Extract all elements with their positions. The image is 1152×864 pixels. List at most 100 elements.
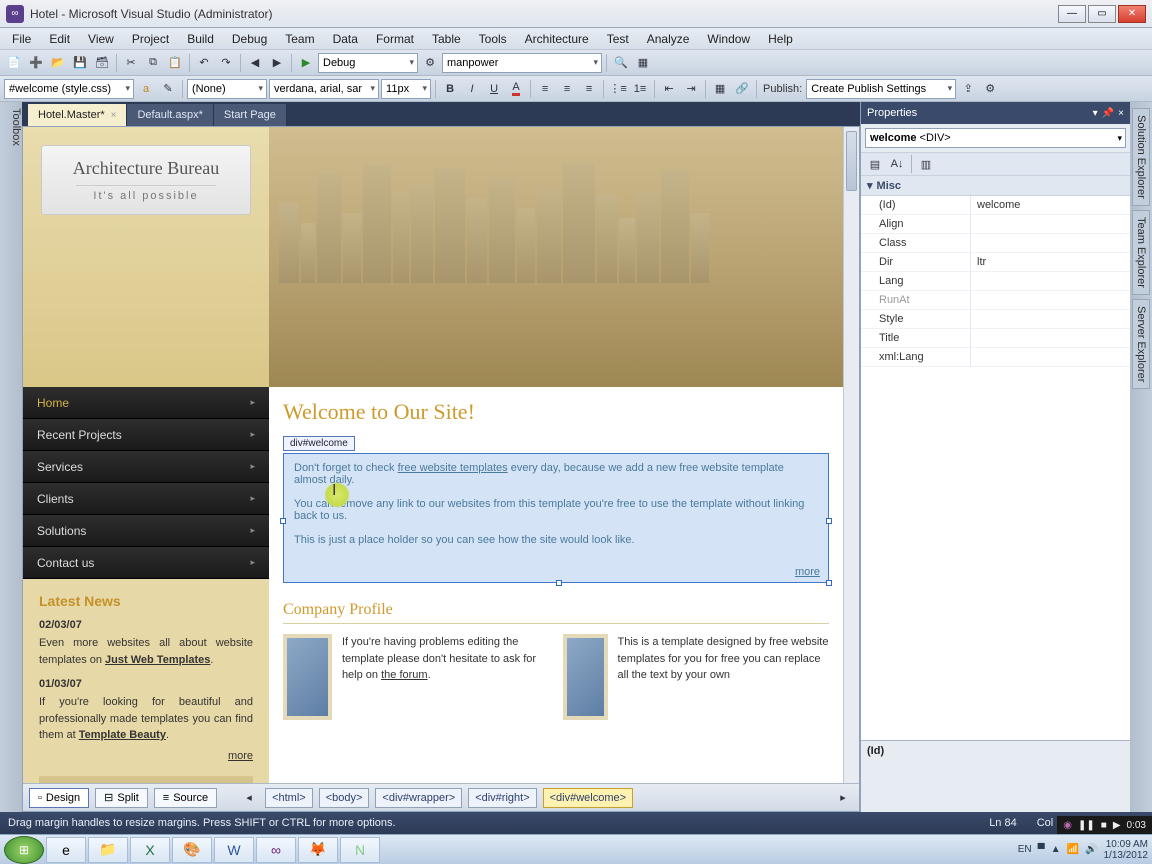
align-right-icon[interactable]: ≡ xyxy=(579,79,599,99)
tray-flag-icon[interactable]: ▀ xyxy=(1038,844,1045,855)
alphabetical-icon[interactable]: A↓ xyxy=(887,154,907,174)
font-size-combo[interactable]: 11px xyxy=(381,79,431,99)
media-next-icon[interactable]: ▶ xyxy=(1113,820,1121,831)
menu-format[interactable]: Format xyxy=(368,30,422,48)
bullets-icon[interactable]: ⋮≡ xyxy=(608,79,628,99)
tray-up-icon[interactable]: ▲ xyxy=(1051,844,1061,855)
copy-icon[interactable]: ⧉ xyxy=(143,53,163,73)
menu-view[interactable]: View xyxy=(80,30,122,48)
close-button[interactable]: ✕ xyxy=(1118,5,1146,23)
news-link-1[interactable]: Just Web Templates xyxy=(105,654,210,666)
designer-surface[interactable]: Architecture Bureau It's all possible xyxy=(23,127,843,783)
tab-start-page[interactable]: Start Page xyxy=(214,104,287,126)
hyperlink-icon[interactable]: 🔗 xyxy=(732,79,752,99)
prop-value[interactable]: welcome xyxy=(971,196,1130,214)
save-all-icon[interactable]: 🗃 xyxy=(92,53,112,73)
publish-settings-icon[interactable]: ⚙ xyxy=(980,79,1000,99)
media-pause-icon[interactable]: ❚❚ xyxy=(1078,820,1095,831)
menu-file[interactable]: File xyxy=(4,30,39,48)
menu-tools[interactable]: Tools xyxy=(471,30,515,48)
media-player-strip[interactable]: ◉ ❚❚ ■ ▶ 0:03 xyxy=(1057,816,1152,834)
media-stop-icon[interactable]: ■ xyxy=(1101,820,1107,831)
bold-icon[interactable]: B xyxy=(440,79,460,99)
breadcrumb-prev-icon[interactable]: ◂ xyxy=(239,788,259,808)
team-explorer-tab[interactable]: Team Explorer xyxy=(1132,210,1150,295)
nav-contact[interactable]: Contact us xyxy=(23,547,269,579)
news-link-2[interactable]: Template Beauty xyxy=(79,729,166,741)
indent-icon[interactable]: ⇥ xyxy=(681,79,701,99)
view-split[interactable]: ⊟ Split xyxy=(95,788,148,808)
new-style-icon[interactable]: ✎ xyxy=(158,79,178,99)
publish-run-icon[interactable]: ⇪ xyxy=(958,79,978,99)
resize-handle-icon[interactable] xyxy=(826,580,832,586)
close-icon[interactable]: × xyxy=(1118,108,1124,119)
task-excel[interactable]: X xyxy=(130,837,170,863)
property-pages-icon[interactable]: ▥ xyxy=(916,154,936,174)
align-left-icon[interactable]: ≡ xyxy=(535,79,555,99)
font-family-combo[interactable]: verdana, arial, sar xyxy=(269,79,379,99)
numbering-icon[interactable]: 1≡ xyxy=(630,79,650,99)
task-word[interactable]: W xyxy=(214,837,254,863)
crumb-right[interactable]: <div#right> xyxy=(468,788,536,808)
start-button[interactable]: ⊞ xyxy=(4,836,44,864)
platform-icon[interactable]: ⚙ xyxy=(420,53,440,73)
start-debug-icon[interactable]: ▶ xyxy=(296,53,316,73)
pin-icon[interactable]: ▾ xyxy=(1093,108,1098,119)
object-combo[interactable]: welcome <DIV> xyxy=(865,128,1126,148)
crumb-body[interactable]: <body> xyxy=(319,788,370,808)
nav-fwd-icon[interactable]: ▶ xyxy=(267,53,287,73)
autohide-icon[interactable]: 📌 xyxy=(1102,108,1114,119)
tab-default-aspx[interactable]: Default.aspx* xyxy=(127,104,213,126)
crumb-wrapper[interactable]: <div#wrapper> xyxy=(375,788,462,808)
align-center-icon[interactable]: ≡ xyxy=(557,79,577,99)
target-rule-combo[interactable]: #welcome (style.css) xyxy=(4,79,134,99)
welcome-link[interactable]: free website templates xyxy=(398,462,508,474)
nav-services[interactable]: Services xyxy=(23,451,269,483)
task-firefox[interactable]: 🦊 xyxy=(298,837,338,863)
layers-icon[interactable]: ▦ xyxy=(633,53,653,73)
toolbox-rail[interactable]: Toolbox xyxy=(0,102,22,812)
menu-table[interactable]: Table xyxy=(424,30,469,48)
cut-icon[interactable]: ✂ xyxy=(121,53,141,73)
paste-icon[interactable]: 📋 xyxy=(165,53,185,73)
welcome-more[interactable]: more xyxy=(795,566,820,578)
menu-window[interactable]: Window xyxy=(699,30,758,48)
view-design[interactable]: ▫ Design xyxy=(29,788,89,808)
find-icon[interactable]: 🔍 xyxy=(611,53,631,73)
tray-network-icon[interactable]: 📶 xyxy=(1067,844,1079,855)
new-project-icon[interactable]: 📄 xyxy=(4,53,24,73)
resize-handle-icon[interactable] xyxy=(556,580,562,586)
vertical-scrollbar[interactable] xyxy=(843,127,859,783)
maximize-button[interactable]: ▭ xyxy=(1088,5,1116,23)
nav-recent[interactable]: Recent Projects xyxy=(23,419,269,451)
forum-link[interactable]: the forum xyxy=(381,669,427,681)
nav-solutions[interactable]: Solutions xyxy=(23,515,269,547)
close-icon[interactable]: × xyxy=(111,110,117,121)
platform-combo[interactable]: manpower xyxy=(442,53,602,73)
menu-data[interactable]: Data xyxy=(325,30,366,48)
redo-icon[interactable]: ↷ xyxy=(216,53,236,73)
view-source[interactable]: ≡ Source xyxy=(154,788,217,808)
task-explorer[interactable]: 📁 xyxy=(88,837,128,863)
resize-handle-icon[interactable] xyxy=(280,518,286,524)
crumb-html[interactable]: <html> xyxy=(265,788,313,808)
task-ie[interactable]: e xyxy=(46,837,86,863)
borders-icon[interactable]: ▦ xyxy=(710,79,730,99)
menu-debug[interactable]: Debug xyxy=(224,30,275,48)
resize-handle-icon[interactable] xyxy=(826,518,832,524)
scrollbar-thumb[interactable] xyxy=(846,131,857,191)
undo-icon[interactable]: ↶ xyxy=(194,53,214,73)
selection-tag[interactable]: div#welcome xyxy=(283,436,355,451)
style-icon[interactable]: a xyxy=(136,79,156,99)
server-explorer-tab[interactable]: Server Explorer xyxy=(1132,299,1150,389)
crumb-welcome[interactable]: <div#welcome> xyxy=(543,788,633,808)
welcome-div-selected[interactable]: I Don't forget to check free website tem… xyxy=(283,453,829,583)
news-more[interactable]: more xyxy=(39,750,253,762)
add-item-icon[interactable]: ➕ xyxy=(26,53,46,73)
nav-home[interactable]: Home xyxy=(23,387,269,419)
forecolor-icon[interactable]: A xyxy=(506,79,526,99)
style-apply-combo[interactable]: (None) xyxy=(187,79,267,99)
task-paint[interactable]: 🎨 xyxy=(172,837,212,863)
menu-team[interactable]: Team xyxy=(277,30,322,48)
menu-help[interactable]: Help xyxy=(760,30,801,48)
